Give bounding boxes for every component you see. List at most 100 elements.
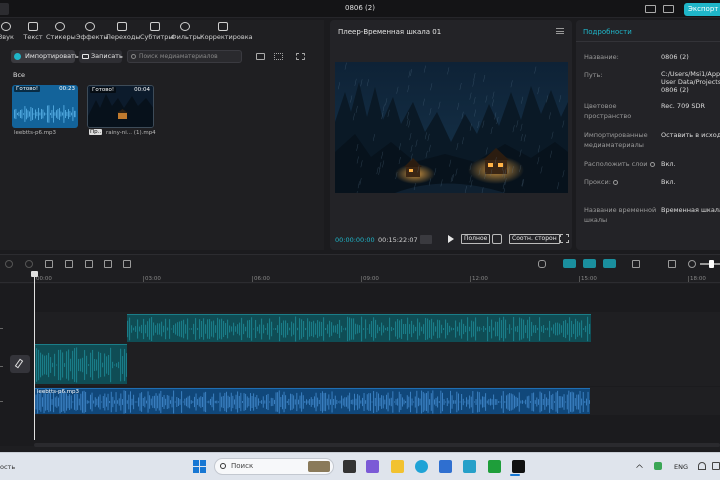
layout-icon[interactable] [645,5,656,13]
link-icon[interactable] [603,259,616,268]
timecode-grid-icon[interactable] [420,235,432,244]
detail-label: Название: [584,53,619,61]
clip-waveform [34,347,128,383]
zoom-slider-handle[interactable] [709,260,714,268]
current-time: 00:00:00:00 [335,236,375,244]
detail-label: Расположить слои [584,160,648,168]
divider [576,41,720,42]
total-time: 00:15:22:07 [378,236,418,244]
detail-value: Оставить в исходно [661,131,720,139]
taskbar-search-input[interactable]: Поиск [214,458,334,475]
taskbar-widget-text[interactable]: ость [0,463,15,471]
tab-label: Корректировка [200,33,253,41]
filter-all[interactable]: Все [13,71,25,79]
window-mode-icon[interactable] [663,5,674,13]
ruler-tick: 09:00 [361,276,379,282]
edge-icon[interactable] [415,460,428,473]
detail-value: 0806 (2) [661,53,689,61]
aspect-ratio-button[interactable]: Соотн. сторон [509,234,560,244]
preview-axis-icon[interactable] [632,260,640,268]
menu-button[interactable] [0,3,9,15]
detail-value: Вкл. [661,178,676,186]
file-explorer-icon[interactable] [391,460,404,473]
wifi-icon[interactable] [698,462,706,470]
import-button[interactable]: Импортировать [11,50,79,63]
edit-cover-button[interactable] [10,355,30,373]
undo-icon[interactable] [5,260,13,268]
main-track[interactable] [34,344,720,386]
timeline-ruler[interactable] [0,271,720,283]
ruler-tick: 00:00 [34,276,52,282]
audio-clip[interactable] [34,388,591,414]
record-button[interactable]: Записать [79,50,123,63]
capcut-taskbar-icon[interactable] [512,460,525,473]
video-preview[interactable] [335,62,568,193]
delete-icon[interactable] [104,260,112,268]
tab-sound[interactable]: Звук [0,22,16,44]
track-marker [0,366,3,367]
export-button[interactable]: Экспорт [684,3,720,16]
info-icon[interactable] [649,161,655,167]
windows-start-icon[interactable] [193,460,207,474]
transitions-icon [117,22,127,31]
media-item-video[interactable]: Готово! 00:04 [87,85,154,128]
grid-view-icon[interactable] [256,53,265,60]
ruler-tick: 15:00 [579,276,597,282]
photos-icon[interactable] [463,460,476,473]
playhead[interactable] [34,272,35,440]
store-icon[interactable] [439,460,452,473]
xbox-icon[interactable] [488,460,501,473]
detail-value: 0806 (2) [661,86,689,94]
audio-waveform [34,390,591,414]
media-item-audio[interactable]: Готово! 00:23 [12,85,78,128]
audio-waveform [14,105,76,123]
info-icon[interactable] [612,179,618,185]
language-indicator[interactable]: ENG [674,463,688,471]
snap-icon[interactable] [583,259,596,268]
tab-label: Фильтры [171,33,202,41]
link-main-track-icon[interactable] [563,259,576,268]
sort-icon[interactable] [274,53,283,60]
tab-filters[interactable]: Фильтры [171,22,202,44]
tab-subtitles[interactable]: Субтитры [140,22,173,44]
tab-effects[interactable]: Эффекты [76,22,109,44]
menu-icon[interactable] [556,28,564,34]
filter-icon[interactable] [296,53,305,60]
teams-icon[interactable] [366,460,379,473]
media-search-input[interactable]: Поиск медиаматериалов [127,50,242,63]
shield-icon[interactable] [123,260,131,268]
tray-app-icon[interactable] [654,462,662,470]
tab-adjustment[interactable]: Корректировка [200,22,253,44]
full-quality-button[interactable]: Полное [461,234,491,244]
video-clip[interactable] [127,314,591,342]
caption-icon[interactable] [668,260,676,268]
import-icon [14,53,21,60]
task-view-icon[interactable] [343,460,356,473]
detail-value: Rec. 709 SDR [661,102,706,110]
media-item-rename[interactable]: Пр.. [89,129,103,135]
microphone-icon[interactable] [538,260,546,268]
filters-icon [180,22,190,31]
video-clip[interactable] [34,344,128,384]
record-label: Записать [91,52,123,60]
camera-icon [82,54,89,59]
play-icon[interactable] [448,235,454,243]
redo-icon[interactable] [25,260,33,268]
volume-icon[interactable] [712,462,720,470]
split-right-icon[interactable] [85,260,93,268]
detail-row-layers: Расположить слои [584,159,660,169]
search-highlight-image [308,461,330,472]
tab-stickers[interactable]: Стикеры [46,22,76,44]
timeline-scrollbar[interactable] [34,443,720,447]
playhead-handle[interactable] [31,271,38,277]
audio-clip-name: leebtts-p6.mp3 [37,389,80,395]
screenshot-icon[interactable] [492,234,502,244]
text-icon [28,22,38,31]
split-icon[interactable] [45,260,53,268]
zoom-out-icon[interactable] [688,260,696,268]
tab-label: Переходы [106,33,141,41]
tab-text[interactable]: Текст [22,22,44,44]
split-left-icon[interactable] [65,260,73,268]
fullscreen-icon[interactable] [560,234,569,243]
tab-transitions[interactable]: Переходы [106,22,141,44]
